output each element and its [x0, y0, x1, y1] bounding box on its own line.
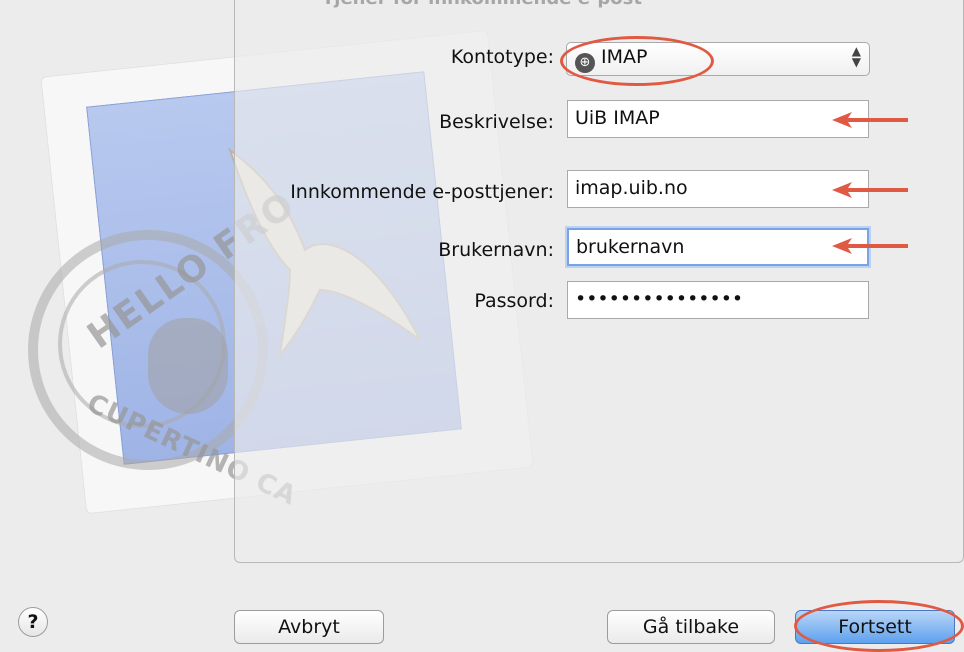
help-button[interactable]: ?: [18, 607, 48, 637]
apple-logo-icon: [148, 318, 228, 414]
updown-arrows-icon: ▲ ▼: [851, 44, 861, 69]
red-arrow-icon: [832, 112, 908, 128]
back-button[interactable]: Gå tilbake: [607, 610, 775, 644]
account-type-label: Kontotype:: [450, 46, 554, 68]
account-type-select[interactable]: ⊕ IMAP ▲ ▼: [566, 42, 870, 76]
username-field[interactable]: brukernavn: [567, 228, 869, 266]
continue-button[interactable]: Fortsett: [795, 610, 955, 644]
incoming-server-label: Innkommende e-posttjener:: [290, 181, 554, 203]
description-label: Beskrivelse:: [439, 111, 554, 133]
incoming-server-field[interactable]: imap.uib.no: [567, 170, 869, 208]
red-arrow-icon: [832, 238, 908, 254]
account-type-value: IMAP: [601, 46, 648, 68]
cancel-button[interactable]: Avbryt: [234, 610, 384, 644]
globe-icon: ⊕: [575, 53, 595, 73]
red-arrow-icon: [832, 182, 908, 198]
description-field[interactable]: UiB IMAP: [567, 100, 869, 138]
password-label: Passord:: [474, 290, 554, 312]
password-field[interactable]: •••••••••••••••: [567, 281, 869, 319]
username-label: Brukernavn:: [438, 239, 554, 261]
